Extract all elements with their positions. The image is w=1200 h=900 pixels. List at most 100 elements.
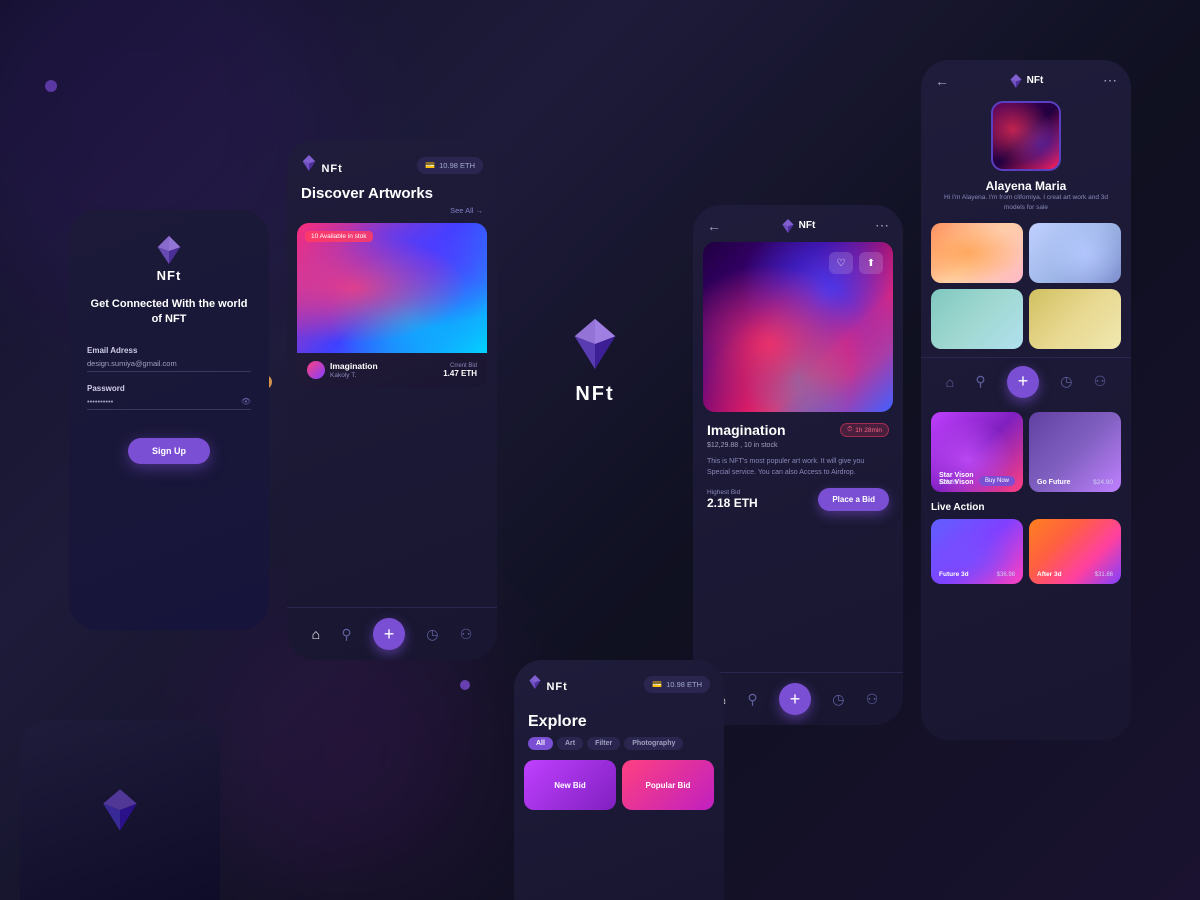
profile-name: Alayena Maria bbox=[921, 179, 1131, 193]
live-card-2-label: After 3d bbox=[1037, 571, 1062, 578]
mini-card-2-label: Go Future bbox=[1037, 479, 1070, 486]
share-button[interactable]: ⬆ bbox=[859, 252, 883, 274]
eye-icon: 👁 bbox=[241, 397, 251, 406]
timer-icon: ⏱ bbox=[847, 426, 852, 434]
artwork-image: 10 Available in stok bbox=[297, 223, 487, 353]
password-value: •••••••••• bbox=[87, 397, 113, 406]
artwork-thumb-3[interactable] bbox=[931, 289, 1023, 349]
profile-avatar bbox=[991, 101, 1061, 171]
nav-user-icon[interactable]: ⚇ bbox=[460, 626, 473, 643]
profile-nav-add-button[interactable]: + bbox=[1007, 366, 1039, 398]
artist-avatar bbox=[307, 361, 325, 379]
password-form-group: Password •••••••••• 👁 bbox=[87, 384, 251, 410]
screen-bottom-left bbox=[20, 720, 220, 900]
live-action-grid: Future 3d $36.98 After 3d $31.86 bbox=[921, 519, 1131, 594]
screen-profile: ← NFt ⋯ Alayena Maria Hi I'm Alayena. I'… bbox=[921, 60, 1131, 740]
nav-home-icon[interactable]: ⌂ bbox=[312, 626, 320, 642]
filter-art[interactable]: Art bbox=[557, 737, 583, 750]
see-all-link[interactable]: See All → bbox=[450, 206, 483, 215]
discover-title: Discover Artworks bbox=[287, 185, 497, 202]
artwork-thumb-2[interactable] bbox=[1029, 223, 1121, 283]
profile-nav-clock-icon[interactable]: ◷ bbox=[1060, 373, 1072, 390]
timer-value: 1h 28min bbox=[855, 427, 882, 434]
artwork-left: Imagination Kakoly T. bbox=[307, 361, 378, 379]
profile-back-button[interactable]: ← bbox=[935, 73, 949, 89]
artwork-thumb-1[interactable] bbox=[931, 223, 1023, 283]
main-container: NFt Get Connected With the world of NFT … bbox=[0, 0, 1200, 900]
login-title: Get Connected With the world of NFT bbox=[87, 297, 251, 328]
live-action-title: Live Action bbox=[921, 498, 1131, 519]
back-button[interactable]: ← bbox=[707, 218, 721, 234]
buy-now-button[interactable]: Buy Now bbox=[979, 476, 1015, 486]
screen-discover: NFt 💳 10.98 ETH Discover Artworks See Al… bbox=[287, 140, 497, 660]
mini-card-star-vison[interactable]: Star Vison Star Vison $26.69 Buy Now bbox=[931, 412, 1023, 492]
filter-filter[interactable]: Filter bbox=[587, 737, 620, 750]
stock-badge: 10 Available in stok bbox=[305, 231, 373, 242]
wallet-icon: 💳 bbox=[425, 161, 435, 170]
nav-search-icon[interactable]: ⚲ bbox=[341, 626, 351, 643]
popular-bid-card[interactable]: Popular Bid bbox=[622, 760, 714, 810]
detail-content: Imagination ⏱ 1h 28min $12,29.88 , 10 in… bbox=[693, 412, 903, 672]
center-eth-icon bbox=[570, 315, 620, 373]
explore-wallet-icon: 💳 bbox=[652, 680, 662, 689]
explore-header: NFt 💳 10.98 ETH bbox=[514, 660, 724, 703]
bottom-screens: NFt 💳 10.98 ETH Explore All Art Filter P… bbox=[0, 660, 1200, 900]
new-bid-label: New Bid bbox=[554, 781, 586, 790]
detail-description: This is NFT's most populer art work. It … bbox=[707, 457, 889, 478]
explore-eth-icon bbox=[528, 674, 542, 690]
profile-nav-search-icon[interactable]: ⚲ bbox=[975, 373, 985, 390]
explore-brand: NFt bbox=[546, 681, 567, 693]
mini-card-1-label2: Star Vison bbox=[939, 472, 974, 479]
profile-nav: ⌂ ⚲ + ◷ ⚇ bbox=[921, 357, 1131, 406]
nav-clock-icon[interactable]: ◷ bbox=[426, 626, 438, 643]
bid-value: 1.47 ETH bbox=[443, 369, 477, 378]
artist-name: Kakoly T. bbox=[330, 372, 378, 379]
deco-dot-1 bbox=[45, 80, 57, 92]
balance-badge: 💳 10.98 ETH bbox=[417, 157, 483, 174]
profile-nav-user-icon[interactable]: ⚇ bbox=[1094, 373, 1107, 390]
artwork-name: Imagination bbox=[330, 361, 378, 372]
screen-detail: ← NFt ⋯ ♡ ⬆ Imagination ⏱ bbox=[693, 205, 903, 725]
detail-menu-icon[interactable]: ⋯ bbox=[875, 217, 889, 234]
heart-share-row: ♡ ⬆ bbox=[829, 252, 883, 274]
profile-header: ← NFt ⋯ bbox=[921, 60, 1131, 97]
filter-photography[interactable]: Photography bbox=[624, 737, 683, 750]
profile-eth-icon bbox=[1009, 73, 1023, 89]
explore-title: Explore bbox=[514, 703, 724, 737]
mini-card-1-price: $26.69 bbox=[939, 480, 974, 486]
profile-menu-icon[interactable]: ⋯ bbox=[1103, 72, 1117, 89]
password-input-row: •••••••••• 👁 bbox=[87, 397, 251, 410]
live-card-future-3d[interactable]: Future 3d $36.98 bbox=[931, 519, 1023, 584]
timer-badge: ⏱ 1h 28min bbox=[840, 423, 889, 437]
detail-header: ← NFt ⋯ bbox=[693, 205, 903, 242]
artwork-thumb-4[interactable] bbox=[1029, 289, 1121, 349]
profile-logo: NFt bbox=[1009, 73, 1044, 89]
explore-logo: NFt bbox=[528, 674, 568, 695]
email-label: Email Adress bbox=[87, 346, 251, 355]
place-bid-button[interactable]: Place a Bid bbox=[818, 488, 889, 511]
signup-button[interactable]: Sign Up bbox=[128, 438, 210, 464]
heart-button[interactable]: ♡ bbox=[829, 252, 853, 274]
detail-price-row: $12,29.88 , 10 in stock bbox=[707, 442, 889, 449]
mini-card-2-price: $24.90 bbox=[1093, 479, 1113, 486]
center-brand: NFt bbox=[515, 295, 675, 406]
artwork-card-main[interactable]: 10 Available in stok Imagination Kakoly … bbox=[297, 223, 487, 387]
live-card-1-label: Future 3d bbox=[939, 571, 969, 578]
detail-eth-icon bbox=[781, 218, 795, 234]
discover-brand: NFt bbox=[321, 163, 342, 175]
profile-nav-home-icon[interactable]: ⌂ bbox=[946, 374, 954, 390]
filter-all[interactable]: All bbox=[528, 737, 553, 750]
discover-logo: NFt bbox=[301, 154, 343, 177]
see-all-row: See All → bbox=[287, 206, 497, 215]
discover-eth-icon bbox=[301, 154, 317, 172]
detail-logo: NFt bbox=[781, 218, 816, 234]
balance-value: 10.98 ETH bbox=[439, 161, 475, 170]
live-card-after-3d[interactable]: After 3d $31.86 bbox=[1029, 519, 1121, 584]
new-bid-card[interactable]: New Bid bbox=[524, 760, 616, 810]
detail-title: Imagination bbox=[707, 422, 786, 438]
mini-card-go-future[interactable]: Go Future $24.90 bbox=[1029, 412, 1121, 492]
mini-cards: Star Vison Star Vison $26.69 Buy Now Go … bbox=[921, 406, 1131, 498]
live-card-2-price: $31.86 bbox=[1095, 572, 1113, 578]
explore-balance: 10.98 ETH bbox=[666, 680, 702, 689]
nav-add-button[interactable]: + bbox=[373, 618, 405, 650]
